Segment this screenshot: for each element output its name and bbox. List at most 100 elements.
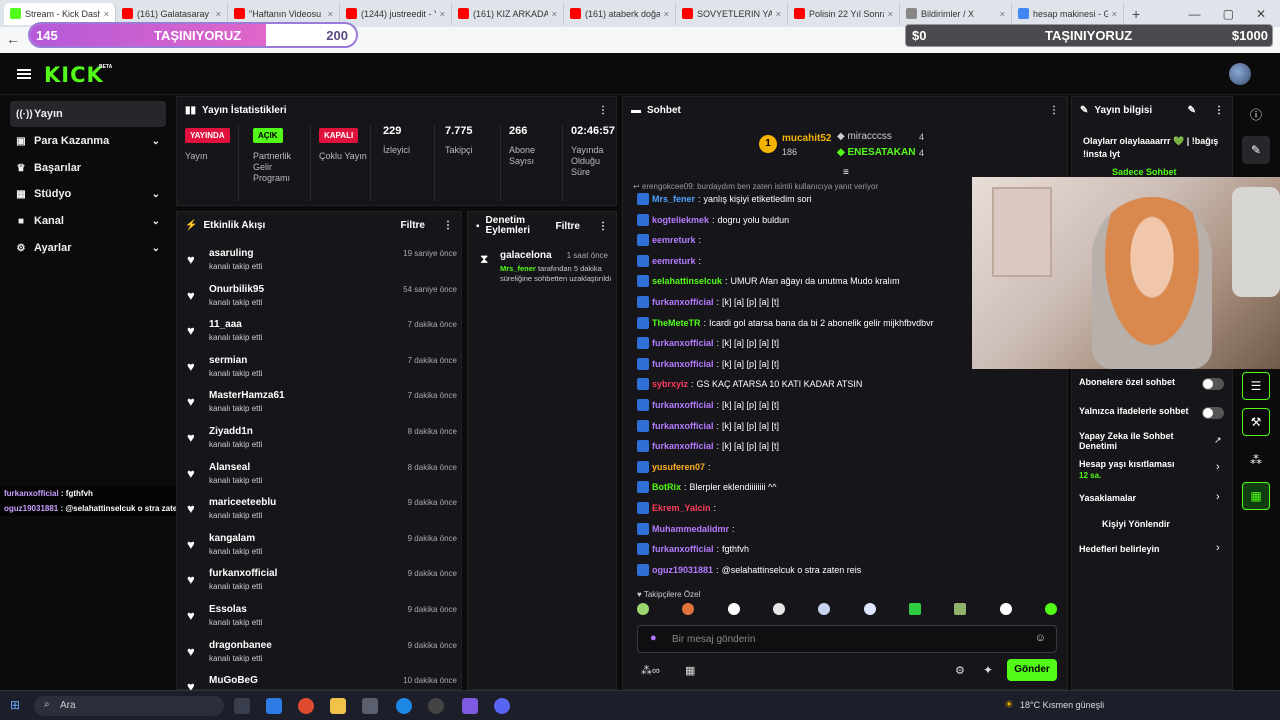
browser-tab[interactable]: (161) KIZ ARKADAŞIM × [452, 2, 564, 25]
chevron-right-icon[interactable]: › [1216, 542, 1220, 554]
chat-username[interactable]: furkanxofficial [652, 544, 714, 554]
chat-username[interactable]: furkanxofficial [652, 359, 714, 369]
maximize-icon[interactable]: ▢ [1223, 7, 1234, 21]
emote-icon[interactable] [818, 603, 831, 615]
list-item[interactable]: ♥ Essolas kanalı takip etti 9 dakika önce [187, 602, 457, 636]
menu-icon[interactable] [17, 69, 31, 79]
emote-icon[interactable] [954, 603, 967, 615]
emote-icon[interactable] [727, 603, 740, 615]
avatar[interactable] [1229, 63, 1251, 85]
info-icon[interactable]: ⓘ [1242, 100, 1270, 128]
back-arrow-icon[interactable]: ← [6, 31, 20, 47]
chat-username[interactable]: yusuferen07 [652, 462, 705, 472]
browser-tab[interactable]: (161) ataberk doğan × [564, 2, 676, 25]
emote-icon[interactable] [908, 603, 921, 615]
follower-name[interactable]: MasterHamza61 [209, 390, 285, 401]
list-item[interactable]: ♥ asaruling kanalı takip etti 19 saniye önc… [187, 246, 457, 280]
emote-icon[interactable] [863, 603, 876, 615]
emote-menu-icon[interactable]: ✦ [983, 663, 993, 677]
follower-name[interactable]: asaruling [209, 248, 253, 259]
sidebar-item-ayarlar[interactable]: ⚙ Ayarlar ⌄ [10, 235, 166, 261]
account-age-label[interactable]: Hesap yaşı kısıtlaması [1079, 459, 1175, 469]
follower-name[interactable]: Essolas [209, 604, 247, 615]
edit-icon[interactable]: ✎ [1188, 105, 1196, 116]
follower-name[interactable]: mariceeteeblu [209, 497, 276, 508]
browser-tab[interactable]: (1244) justreedit - Yo × [340, 2, 452, 25]
emotes-only-toggle[interactable] [1202, 407, 1224, 419]
chat-username[interactable]: TheMeteTR [652, 318, 701, 328]
follower-name[interactable]: Ziyadd1n [209, 426, 253, 437]
tab-close-icon[interactable]: × [664, 9, 669, 19]
minimize-icon[interactable]: — [1189, 7, 1201, 21]
follower-name[interactable]: kangalam [209, 533, 255, 544]
emote-icon[interactable] [637, 603, 649, 615]
wrench-icon[interactable]: ⚒ [1242, 408, 1270, 436]
emote-icon[interactable] [682, 603, 695, 615]
sidebar-item-para-kazanma[interactable]: ▣ Para Kazanma ⌄ [10, 128, 166, 154]
emote-icon[interactable] [999, 603, 1012, 615]
copilot-icon[interactable] [266, 698, 282, 714]
list-item[interactable]: ♥ mariceeteeblu kanalı takip etti 9 dakika … [187, 495, 457, 529]
list-item[interactable]: ♥ Alanseal kanalı takip etti 8 dakika önce [187, 460, 457, 494]
feed-filter-button[interactable]: Filtre [401, 220, 425, 231]
kick-logo[interactable]: KICK [44, 63, 104, 87]
sidebar-item-basarilar[interactable]: ♛ Başarılar [10, 155, 166, 181]
external-link-icon[interactable]: ↗ [1214, 435, 1222, 446]
tab-close-icon[interactable]: × [1000, 9, 1005, 19]
store-icon[interactable]: ▦ [685, 664, 695, 677]
follower-name[interactable]: MuGoBeG [209, 675, 258, 686]
collapse-icon[interactable]: ≡ [843, 167, 849, 178]
chat-username[interactable]: furkanxofficial [652, 297, 714, 307]
store-icon[interactable] [362, 698, 378, 714]
folder-icon[interactable] [330, 698, 346, 714]
chat-username[interactable]: oguz19031881 [652, 565, 713, 575]
sidebar-item-studyo[interactable]: ▦ Stüdyo ⌄ [10, 181, 166, 207]
mod-filter-button[interactable]: Filtre [556, 221, 580, 232]
browser-tab[interactable]: SOVYETLERIN YARAT × [676, 2, 788, 25]
emote-icon[interactable] [1044, 603, 1057, 615]
emote-icon[interactable] [772, 603, 785, 615]
tab-close-icon[interactable]: × [1112, 9, 1117, 19]
follower-name[interactable]: sermian [209, 355, 247, 366]
chevron-right-icon[interactable]: › [1216, 461, 1220, 473]
tab-close-icon[interactable]: × [104, 9, 109, 19]
tab-close-icon[interactable]: × [552, 9, 557, 19]
list-item[interactable]: ♥ MasterHamza61 kanalı takip etti 7 dakika … [187, 388, 457, 422]
list-item[interactable]: ♥ Ziyadd1n kanalı takip etti 8 dakika önce [187, 424, 457, 458]
obs-icon[interactable] [428, 698, 444, 714]
goals-label[interactable]: Hedefleri belirleyin [1079, 544, 1160, 554]
chat-username[interactable]: furkanxofficial [652, 441, 714, 451]
chat-username[interactable]: BotRix [652, 482, 681, 492]
chevron-right-icon[interactable]: › [1216, 491, 1220, 503]
browser-tab[interactable]: hesap makinesi - Goo × [1012, 2, 1124, 25]
list-item[interactable]: ♥ dragonbanee kanalı takip etti 9 dakika ön… [187, 638, 457, 672]
browser-tab[interactable]: Bildirimler / X × [900, 2, 1012, 25]
chat-username[interactable]: sybrxyiz [652, 379, 688, 389]
new-tab-button[interactable]: + [1132, 6, 1140, 22]
microphone-icon[interactable]: ● [650, 632, 657, 644]
banned-label[interactable]: Yasaklamalar [1079, 493, 1136, 503]
pencil-icon[interactable]: ✎ [1242, 136, 1270, 164]
edge-icon[interactable] [396, 698, 412, 714]
send-button[interactable]: Gönder [1007, 659, 1057, 681]
discord-icon[interactable] [494, 698, 510, 714]
windows-icon[interactable]: ⊞ [10, 698, 20, 712]
redirect-label[interactable]: Kişiyi Yönlendir [1102, 519, 1170, 529]
chat-username[interactable]: furkanxofficial [652, 421, 714, 431]
list-item[interactable]: ♥ Onurbilik95 kanalı takip etti 54 saniye ö… [187, 282, 457, 316]
list-item[interactable]: ♥ kangalam kanalı takip etti 9 dakika önce [187, 531, 457, 565]
chat-username[interactable]: Muhammedalidmr [652, 524, 729, 534]
tab-close-icon[interactable]: × [888, 9, 893, 19]
more-icon[interactable]: ⋮ [598, 105, 608, 116]
tab-close-icon[interactable]: × [216, 9, 221, 19]
tab-close-icon[interactable]: × [328, 9, 333, 19]
subs-only-toggle[interactable] [1202, 378, 1224, 390]
chat-username[interactable]: furkanxofficial [652, 400, 714, 410]
layout-icon[interactable]: ☰ [1242, 372, 1270, 400]
mod-user[interactable]: galacelona [500, 250, 552, 261]
chat-input[interactable]: ● Bir mesaj gönderin ☺ [637, 625, 1057, 653]
chat-username[interactable]: eemreturk [652, 256, 696, 266]
clapper-icon[interactable]: ▦ [1242, 482, 1270, 510]
share-icon[interactable]: ⁂ [1242, 446, 1270, 474]
follower-name[interactable]: 11_aaa [209, 319, 242, 330]
